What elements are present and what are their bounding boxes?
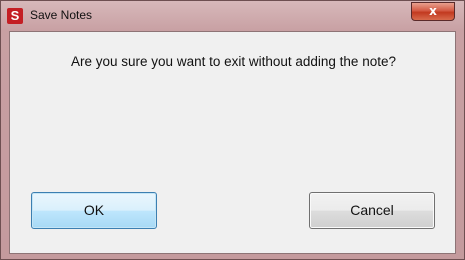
window-title: Save Notes bbox=[30, 8, 93, 22]
dialog-window: S Save Notes x Are you sure you want to … bbox=[0, 0, 465, 260]
title-bar[interactable]: S Save Notes bbox=[1, 1, 464, 31]
app-icon: S bbox=[7, 8, 23, 24]
close-button[interactable]: x bbox=[411, 2, 455, 21]
ok-button[interactable]: OK bbox=[31, 192, 157, 229]
cancel-button[interactable]: Cancel bbox=[309, 192, 435, 229]
dialog-body: Are you sure you want to exit without ad… bbox=[9, 31, 456, 254]
confirmation-message: Are you sure you want to exit without ad… bbox=[71, 54, 396, 69]
close-icon: x bbox=[429, 4, 437, 18]
